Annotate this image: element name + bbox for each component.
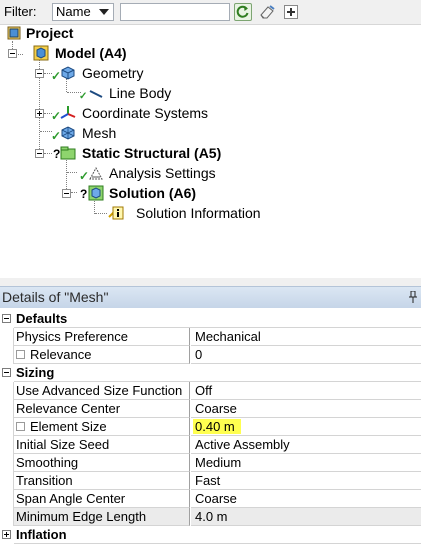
model-icon: [33, 45, 49, 61]
property-value: 0.40 m: [193, 419, 241, 434]
parameter-checkbox[interactable]: [16, 350, 25, 359]
static-structural-icon: [60, 146, 76, 160]
geometry-icon: [61, 66, 75, 80]
row-gutter: [0, 418, 14, 436]
question-icon: ?: [80, 187, 88, 201]
row-gutter: [0, 382, 14, 400]
details-title: Details of "Mesh": [2, 289, 109, 305]
property-value[interactable]: Medium: [191, 454, 421, 472]
property-row-relevance-center[interactable]: Relevance Center Coarse: [0, 400, 421, 418]
property-row-relevance[interactable]: Relevance 0: [0, 346, 421, 364]
collapse-toggle[interactable]: [2, 314, 11, 323]
tree-filter-toolbar: Filter: Name: [0, 0, 421, 25]
property-row-minimum-edge-length: Minimum Edge Length 4.0 m: [0, 508, 421, 526]
property-value-cell[interactable]: 0.40 m: [191, 418, 421, 436]
property-label: Span Angle Center: [14, 490, 190, 508]
solution-information-icon: [108, 206, 124, 220]
property-row-smoothing[interactable]: Smoothing Medium: [0, 454, 421, 472]
collapse-toggle[interactable]: [62, 189, 71, 198]
filter-type-value: Name: [56, 4, 91, 19]
property-value[interactable]: Coarse: [191, 490, 421, 508]
tree-item-solution[interactable]: ? Solution (A6): [0, 184, 210, 202]
tree-item-geometry[interactable]: ✓ Geometry: [0, 64, 160, 83]
property-label: Relevance: [30, 347, 92, 362]
property-label: Minimum Edge Length: [14, 508, 190, 526]
section-label: Inflation: [14, 526, 421, 544]
clear-filter-button[interactable]: [258, 3, 276, 21]
property-value[interactable]: Fast: [191, 472, 421, 490]
line-body-icon: [89, 90, 103, 98]
outline-tree: Project Model (A4) ✓ Geometry ✓ Line Bod…: [0, 24, 421, 278]
row-gutter: [0, 346, 14, 364]
mesh-icon: [61, 126, 75, 140]
collapse-toggle[interactable]: [2, 368, 11, 377]
expand-toggle[interactable]: [35, 109, 44, 118]
tree-item-solution-information[interactable]: Solution Information: [0, 204, 270, 222]
eraser-icon: [260, 5, 275, 19]
property-label: Smoothing: [14, 454, 190, 472]
tree-item-analysis-settings[interactable]: ✓ Analysis Settings: [0, 164, 220, 183]
property-value[interactable]: Active Assembly: [191, 436, 421, 454]
refresh-icon: [236, 5, 249, 18]
row-gutter: [0, 454, 14, 472]
chevron-down-icon: [99, 9, 109, 15]
filter-type-dropdown[interactable]: Name: [52, 3, 114, 21]
filter-label: Filter:: [4, 4, 37, 19]
row-gutter: [0, 490, 14, 508]
property-label-cell: Element Size: [14, 418, 190, 436]
property-row-physics-preference[interactable]: Physics Preference Mechanical: [0, 328, 421, 346]
solution-icon: [88, 185, 104, 201]
row-gutter: [0, 400, 14, 418]
refresh-filter-button[interactable]: [234, 3, 252, 21]
property-label: Initial Size Seed: [14, 436, 190, 454]
section-inflation[interactable]: Inflation: [0, 526, 421, 544]
collapse-toggle[interactable]: [8, 49, 17, 58]
details-panel-header: Details of "Mesh": [0, 286, 421, 308]
panel-splitter[interactable]: [0, 278, 421, 286]
property-value[interactable]: Mechanical: [191, 328, 421, 346]
row-gutter: [0, 472, 14, 490]
project-icon: [7, 26, 21, 40]
tree-item-coordinate-systems[interactable]: ✓ Coordinate Systems: [0, 104, 210, 123]
expand-toggle[interactable]: [2, 530, 11, 539]
property-label: Transition: [14, 472, 190, 490]
collapse-toggle[interactable]: [35, 69, 44, 78]
tree-item-static-structural[interactable]: ? Static Structural (A5): [0, 144, 240, 162]
property-row-element-size[interactable]: Element Size 0.40 m: [0, 418, 421, 436]
property-value[interactable]: 0: [191, 346, 421, 364]
row-gutter: [0, 508, 14, 526]
property-label-cell: Relevance: [14, 346, 190, 364]
parameter-checkbox[interactable]: [16, 422, 25, 431]
property-row-use-advanced-size-function[interactable]: Use Advanced Size Function Off: [0, 382, 421, 400]
property-value[interactable]: Off: [191, 382, 421, 400]
tree-item-model[interactable]: Model (A4): [0, 44, 150, 62]
row-gutter: [0, 436, 14, 454]
section-label: Defaults: [14, 310, 421, 328]
row-gutter: [0, 328, 14, 346]
expand-all-button[interactable]: [284, 5, 298, 19]
property-label: Use Advanced Size Function: [14, 382, 190, 400]
collapse-toggle[interactable]: [35, 149, 44, 158]
section-label: Sizing: [14, 364, 421, 382]
tree-item-mesh[interactable]: ✓ Mesh: [0, 124, 120, 143]
coordinate-system-icon: [60, 106, 76, 119]
filter-search-input[interactable]: [120, 3, 230, 21]
property-label: Physics Preference: [14, 328, 190, 346]
property-label: Element Size: [30, 419, 107, 434]
analysis-settings-icon: [89, 166, 103, 180]
property-label: Relevance Center: [14, 400, 190, 418]
property-value[interactable]: Coarse: [191, 400, 421, 418]
property-row-initial-size-seed[interactable]: Initial Size Seed Active Assembly: [0, 436, 421, 454]
tree-item-line-body[interactable]: ✓ Line Body: [0, 84, 180, 102]
section-defaults[interactable]: Defaults: [0, 310, 421, 328]
property-value: 4.0 m: [191, 508, 421, 526]
property-row-transition[interactable]: Transition Fast: [0, 472, 421, 490]
pin-icon[interactable]: [409, 291, 417, 303]
property-row-span-angle-center[interactable]: Span Angle Center Coarse: [0, 490, 421, 508]
section-sizing[interactable]: Sizing: [0, 364, 421, 382]
